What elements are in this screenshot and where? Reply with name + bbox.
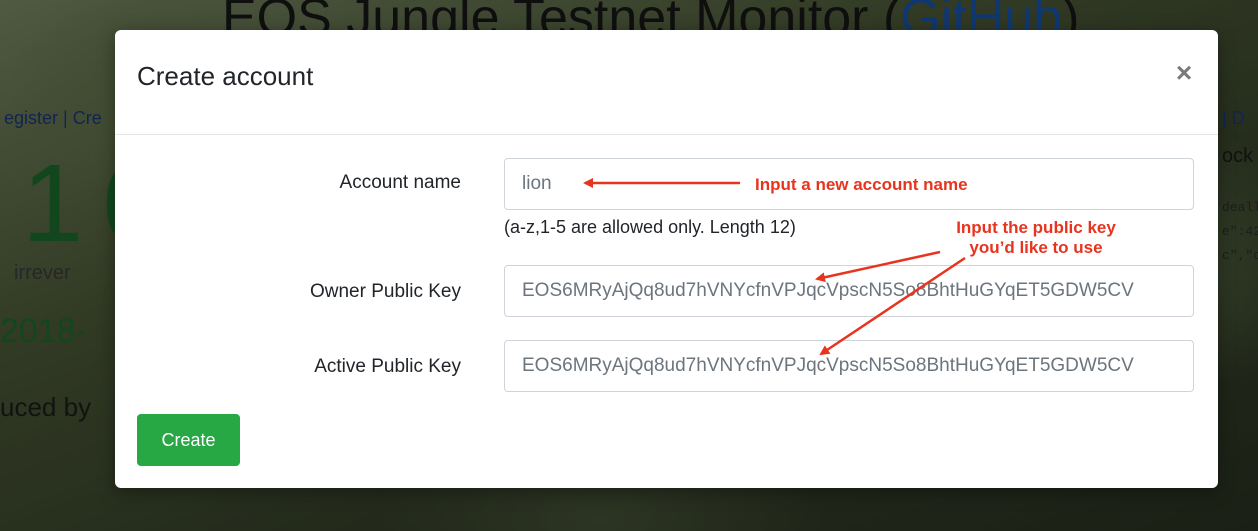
annotation-account-name-hint: Input a new account name: [755, 175, 968, 194]
account-name-label: Account name: [339, 172, 461, 193]
close-icon[interactable]: ×: [1169, 58, 1199, 88]
modal-title: Create account: [137, 61, 314, 91]
create-account-modal: Create account × Account name (a-z,1-5 a…: [115, 30, 1218, 488]
owner-public-key-label: Owner Public Key: [309, 281, 461, 302]
owner-public-key-input[interactable]: [504, 265, 1194, 317]
active-public-key-input[interactable]: [504, 340, 1194, 392]
create-button[interactable]: Create: [137, 414, 240, 466]
modal-header: Create account ×: [115, 30, 1218, 135]
annotation-key-hint-line1: Input the public key: [956, 218, 1116, 237]
active-public-key-label: Active Public Key: [314, 356, 461, 377]
annotation-key-hint-line2: you’d like to use: [969, 238, 1103, 257]
account-name-help-text: (a-z,1-5 are allowed only. Length 12): [504, 217, 796, 237]
